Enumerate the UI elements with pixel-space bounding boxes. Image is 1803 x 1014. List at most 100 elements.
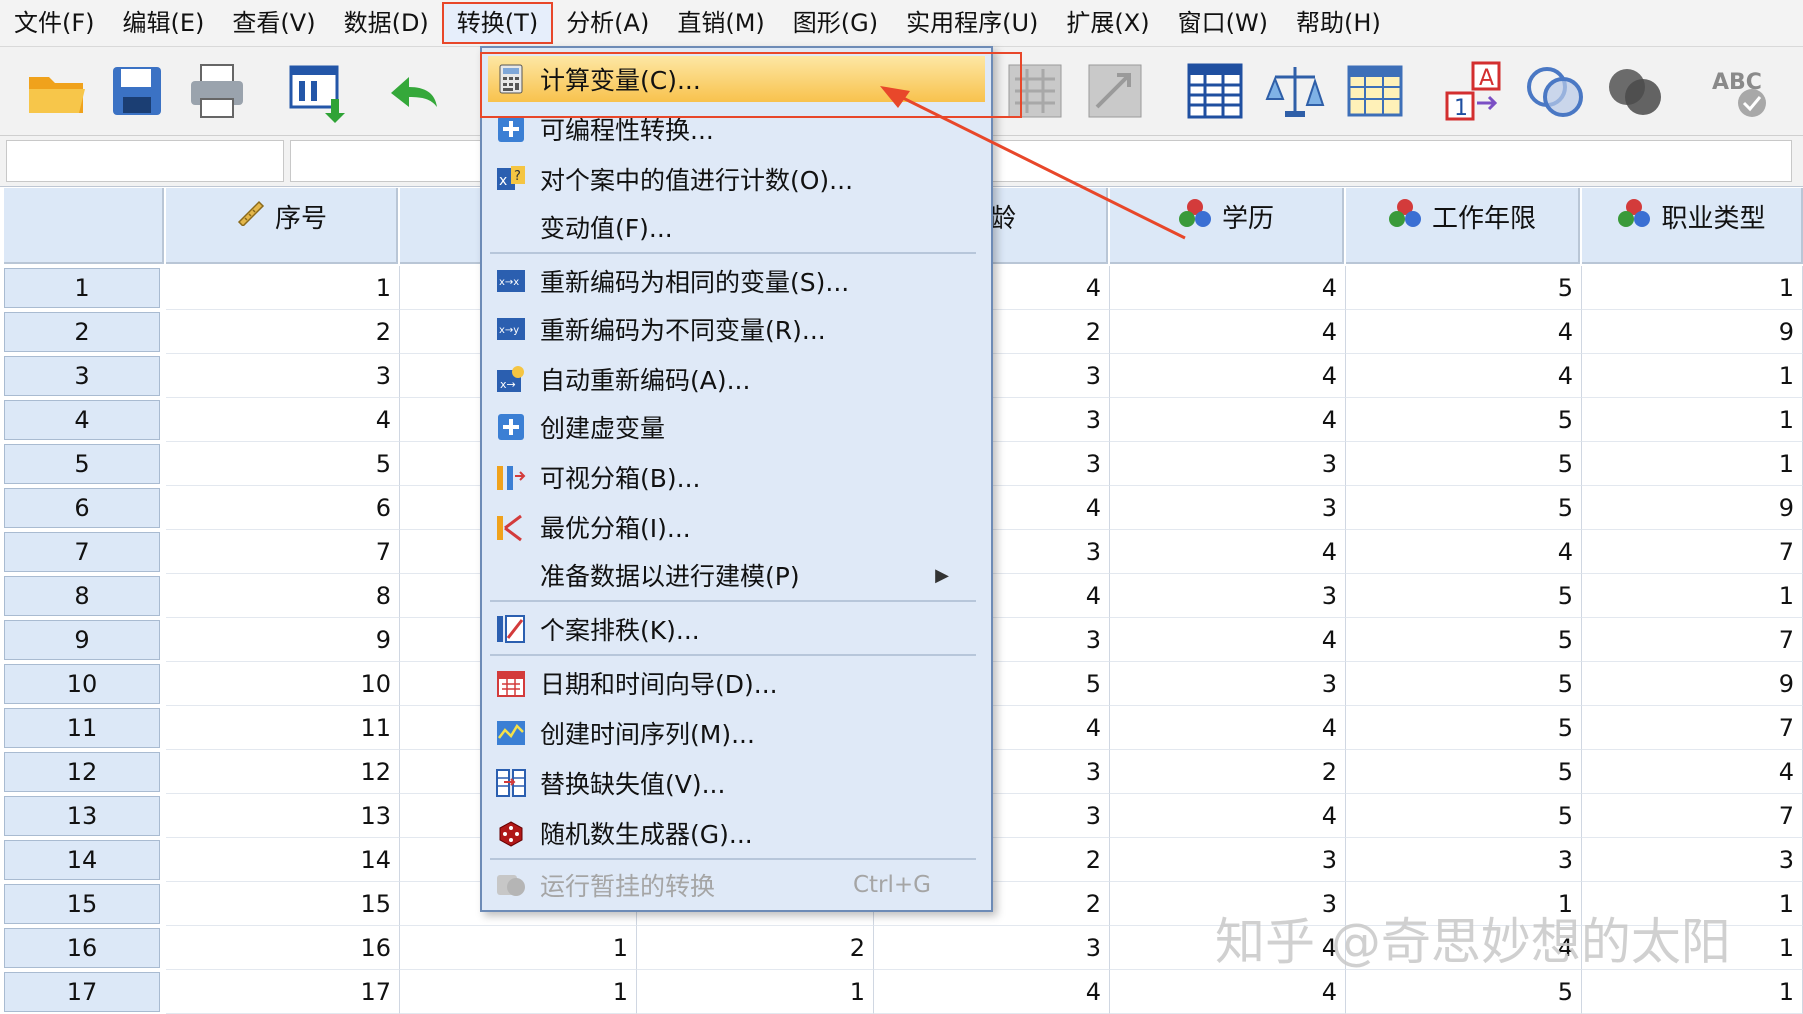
row-header[interactable]: 7	[4, 532, 160, 572]
column-header-1[interactable]: 序号	[166, 188, 398, 264]
grid-cell[interactable]: 5	[1346, 706, 1582, 750]
print-icon[interactable]	[182, 57, 252, 125]
menu-visual-binning[interactable]: 可视分箱(B)...	[488, 454, 985, 500]
menu-graphs[interactable]: 图形(G)	[779, 3, 892, 43]
menu-transform[interactable]: 转换(T)	[441, 2, 554, 44]
grid-cell[interactable]: 7	[166, 530, 400, 574]
grid-cell[interactable]: 3	[874, 926, 1110, 970]
grid-cell[interactable]: 4	[1110, 794, 1346, 838]
menu-extensions[interactable]: 扩展(X)	[1052, 3, 1163, 43]
menu-recode-different[interactable]: x→y 重新编码为不同变量(R)...	[488, 306, 985, 352]
menu-random-number-generators[interactable]: 随机数生成器(G)...	[488, 810, 985, 856]
menu-optimal-binning[interactable]: 最优分箱(I)...	[488, 504, 985, 550]
row-header[interactable]: 2	[4, 312, 160, 352]
grid-cell[interactable]: 2	[1110, 750, 1346, 794]
grid-cell[interactable]: 4	[1346, 354, 1582, 398]
grid-cell[interactable]: 5	[1346, 442, 1582, 486]
menu-file[interactable]: 文件(F)	[0, 3, 109, 43]
row-header[interactable]: 1	[4, 268, 160, 308]
grid-cell[interactable]: 15	[166, 882, 400, 926]
grid-cell[interactable]: 17	[166, 970, 400, 1014]
grid-cell[interactable]: 5	[1346, 398, 1582, 442]
grid-cell[interactable]: 1	[1582, 970, 1803, 1014]
grid-cell[interactable]: 9	[166, 618, 400, 662]
grid-cell[interactable]: 8	[166, 574, 400, 618]
grid-cell[interactable]: 4	[1110, 706, 1346, 750]
grid-cell[interactable]: 5	[1346, 574, 1582, 618]
grid-cell[interactable]: 7	[1582, 530, 1803, 574]
row-header[interactable]: 5	[4, 444, 160, 484]
grid-cell[interactable]: 4	[1110, 398, 1346, 442]
grid-cell[interactable]: 4	[1110, 266, 1346, 310]
grid-cell[interactable]: 4	[1110, 970, 1346, 1014]
row-header[interactable]: 10	[4, 664, 160, 704]
menu-analyze[interactable]: 分析(A)	[552, 3, 663, 43]
grid-cell[interactable]: 5	[1346, 266, 1582, 310]
grid-cell[interactable]: 2	[166, 310, 400, 354]
grid-cell[interactable]: 5	[1346, 750, 1582, 794]
row-header[interactable]: 3	[4, 356, 160, 396]
grid-cell[interactable]: 4	[1582, 750, 1803, 794]
grid-cell[interactable]: 1	[166, 266, 400, 310]
grid-cell[interactable]: 3	[1110, 486, 1346, 530]
menu-shift-values[interactable]: 变动值(F)...	[488, 204, 985, 250]
grid-cell[interactable]: 3	[1110, 662, 1346, 706]
save-icon[interactable]	[102, 57, 172, 125]
menu-run-pending-transforms[interactable]: 运行暂挂的转换 Ctrl+G	[488, 862, 985, 908]
grid-cell[interactable]: 4	[1110, 530, 1346, 574]
row-header[interactable]: 6	[4, 488, 160, 528]
grid-cell[interactable]: 2	[637, 926, 874, 970]
spell-check-icon[interactable]: ABC	[1705, 57, 1775, 125]
column-header-5[interactable]: 学历	[1110, 188, 1344, 264]
grid-cell[interactable]: 1	[1582, 442, 1803, 486]
grid-cell[interactable]: 5	[166, 442, 400, 486]
grid-cell[interactable]: 6	[166, 486, 400, 530]
grid-cell[interactable]: 3	[1582, 838, 1803, 882]
menu-view[interactable]: 查看(V)	[218, 3, 329, 43]
open-folder-icon[interactable]	[22, 57, 92, 125]
row-header[interactable]: 4	[4, 400, 160, 440]
row-header[interactable]: 11	[4, 708, 160, 748]
menu-create-time-series[interactable]: 创建时间序列(M)...	[488, 710, 985, 756]
grid-cell[interactable]: 1	[1582, 398, 1803, 442]
dialog-recall-icon[interactable]	[282, 57, 352, 125]
grid-cell[interactable]: 1	[400, 926, 637, 970]
column-header-6[interactable]: 工作年限	[1346, 188, 1580, 264]
goto-variable-icon[interactable]	[1080, 57, 1150, 125]
grid-cell[interactable]: 3	[1110, 442, 1346, 486]
row-header[interactable]: 14	[4, 840, 160, 880]
grid-cell[interactable]: 1	[1582, 266, 1803, 310]
grid-cell[interactable]: 1	[1582, 354, 1803, 398]
grid-cell[interactable]: 12	[166, 750, 400, 794]
corner-header[interactable]	[4, 188, 164, 264]
grid-cell[interactable]: 3	[1346, 838, 1582, 882]
grid-cell[interactable]: 4	[166, 398, 400, 442]
menu-count-values[interactable]: x? 对个案中的值进行计数(O)...	[488, 156, 985, 202]
column-header-7[interactable]: 职业类型	[1582, 188, 1803, 264]
undo-icon[interactable]	[378, 57, 448, 125]
grid-cell[interactable]: 4	[1110, 354, 1346, 398]
value-labels-icon[interactable]	[1340, 57, 1410, 125]
grid-cell[interactable]: 5	[1346, 486, 1582, 530]
grid-cell[interactable]: 4	[1346, 310, 1582, 354]
grid-cell[interactable]: 5	[1346, 662, 1582, 706]
menu-window[interactable]: 窗口(W)	[1164, 3, 1282, 43]
grid-cell[interactable]: 7	[1582, 618, 1803, 662]
row-header[interactable]: 12	[4, 752, 160, 792]
menu-edit[interactable]: 编辑(E)	[109, 3, 219, 43]
grid-cell[interactable]: 5	[1346, 618, 1582, 662]
grid-cell[interactable]: 3	[166, 354, 400, 398]
grid-cell[interactable]: 7	[1582, 706, 1803, 750]
menu-date-time-wizard[interactable]: 日期和时间向导(D)...	[488, 660, 985, 706]
grid-cell[interactable]: 9	[1582, 310, 1803, 354]
split-file-icon[interactable]: A1	[1440, 57, 1510, 125]
menu-help[interactable]: 帮助(H)	[1282, 3, 1395, 43]
variables-icon[interactable]	[1180, 57, 1250, 125]
grid-cell[interactable]: 5	[1346, 794, 1582, 838]
grid-cell[interactable]: 4	[874, 970, 1110, 1014]
grid-cell[interactable]: 4	[1110, 310, 1346, 354]
row-header[interactable]: 16	[4, 928, 160, 968]
grid-cell[interactable]: 1	[1582, 574, 1803, 618]
row-header[interactable]: 9	[4, 620, 160, 660]
grid-cell[interactable]: 4	[1110, 618, 1346, 662]
